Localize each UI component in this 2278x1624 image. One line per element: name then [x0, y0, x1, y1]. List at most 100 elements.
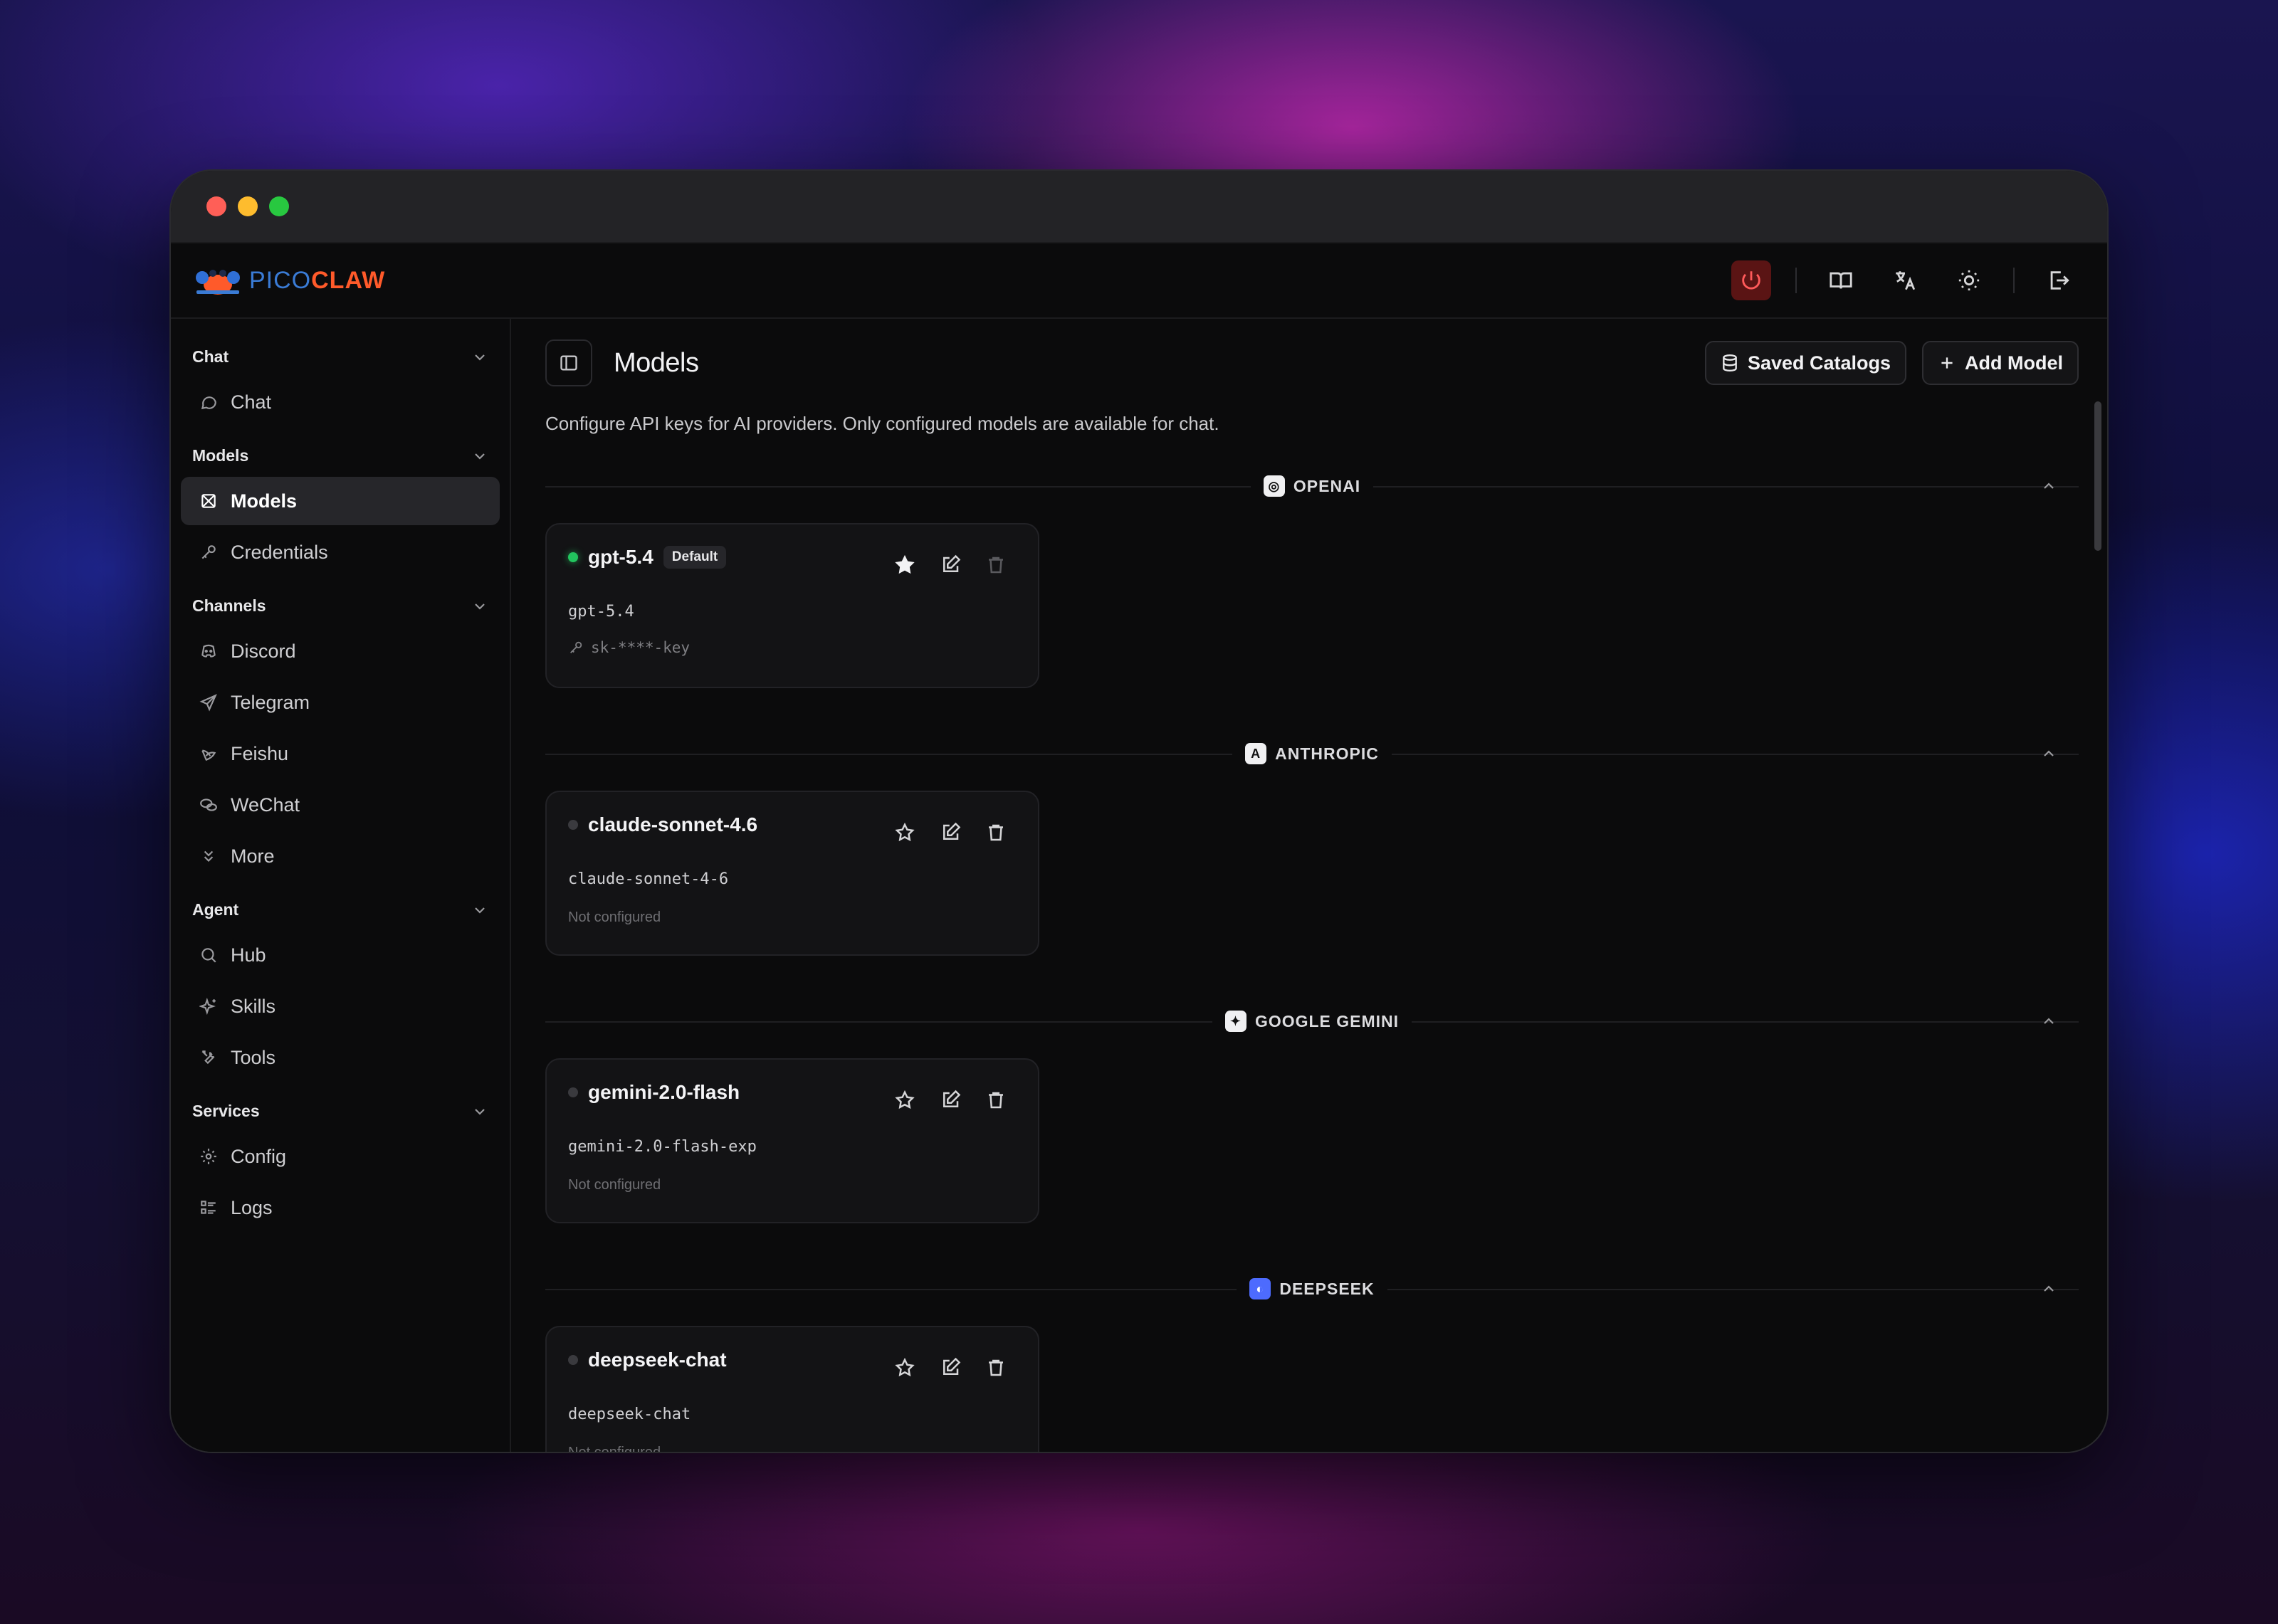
tools-icon — [201, 1050, 215, 1065]
plus-icon — [1941, 357, 1953, 369]
star-icon[interactable] — [894, 1090, 915, 1111]
model-card[interactable]: gpt-5.4 Default gpt-5.4 sk-****-key — [545, 523, 1039, 688]
sidebar-item-logs[interactable]: Logs — [181, 1183, 500, 1232]
status-dot — [568, 552, 578, 562]
sidebar-group-chat: Chat Chat — [181, 336, 500, 426]
chevron-down-icon — [475, 453, 485, 460]
language-button[interactable] — [1885, 260, 1925, 300]
model-card[interactable]: gemini-2.0-flash gemini-2.0-flash-exp No… — [545, 1058, 1039, 1223]
sidebar-group-header[interactable]: Chat — [181, 336, 500, 375]
database-icon — [1723, 354, 1737, 372]
model-name: gemini-2.0-flash — [588, 1081, 740, 1103]
sidebar-group-header[interactable]: Agent — [181, 889, 500, 928]
maximize-window-button[interactable] — [269, 196, 289, 216]
provider-header: ◐ DEEPSEEK — [545, 1267, 2079, 1310]
model-id: deepseek-chat — [568, 1406, 691, 1423]
sidebar-toggle-button[interactable] — [545, 339, 592, 386]
provider-section-openai: ◎ OPENAI gpt-5.4 Default gpt-5.4 sk-****… — [545, 465, 2079, 688]
key-icon — [570, 641, 582, 653]
models-icon — [201, 494, 216, 508]
chevron-up-icon[interactable] — [2040, 745, 2057, 762]
model-id: gemini-2.0-flash-exp — [568, 1138, 757, 1156]
default-badge: Default — [663, 546, 727, 569]
sidebar-item-discord[interactable]: Discord — [181, 627, 500, 675]
model-name: claude-sonnet-4.6 — [588, 813, 758, 835]
sun-icon — [1958, 270, 1980, 291]
provider-header: ✦ GOOGLE GEMINI — [545, 1000, 2079, 1043]
api-key: sk-****-key — [568, 639, 1017, 656]
sidebar-item-more[interactable]: More — [181, 832, 500, 880]
logo[interactable]: PICOCLAW — [191, 259, 385, 302]
sidebar-group-header[interactable]: Models — [181, 435, 500, 474]
sidebar-item-hub[interactable]: Hub — [181, 931, 500, 979]
anthropic-logo-icon: A — [1245, 743, 1267, 764]
chevron-down-icon — [475, 603, 485, 610]
sidebar-item-feishu[interactable]: Feishu — [181, 729, 500, 778]
model-card[interactable]: deepseek-chat deepseek-chat Not configur… — [545, 1326, 1039, 1452]
logout-button[interactable] — [2039, 260, 2079, 300]
add-model-button[interactable]: Add Model — [1922, 341, 2079, 385]
model-id: claude-sonnet-4-6 — [568, 870, 729, 888]
sidebar-item-telegram[interactable]: Telegram — [181, 678, 500, 727]
list-icon — [201, 1201, 216, 1214]
edit-icon[interactable] — [940, 554, 961, 576]
provider-section-deepseek: ◐ DEEPSEEK deepseek-chat deepseek-chat — [545, 1267, 2079, 1452]
config-status: Not configured — [568, 1177, 661, 1193]
edit-icon[interactable] — [940, 822, 961, 843]
gateway-power-button[interactable] — [1731, 260, 1771, 300]
edit-icon[interactable] — [940, 1357, 961, 1378]
status-dot — [568, 1087, 578, 1097]
theme-toggle-button[interactable] — [1949, 260, 1989, 300]
model-id: gpt-5.4 — [568, 603, 634, 621]
chat-bubble-icon — [201, 396, 216, 410]
main-content: Models Saved Catalogs Add Model Configur… — [511, 319, 2107, 1452]
sidebar-group-agent: Agent Hub Skills Tools — [181, 889, 500, 1082]
edit-icon[interactable] — [940, 1090, 961, 1111]
trash-icon[interactable] — [985, 822, 1007, 843]
sidebar-item-wechat[interactable]: WeChat — [181, 781, 500, 829]
sidebar-item-chat[interactable]: Chat — [181, 378, 500, 426]
status-dot — [568, 820, 578, 830]
send-icon — [199, 694, 217, 712]
star-icon[interactable] — [894, 1357, 915, 1378]
sidebar-item-credentials[interactable]: Credentials — [181, 528, 500, 576]
trash-icon[interactable] — [985, 554, 1007, 576]
sidebar-item-config[interactable]: Config — [181, 1132, 500, 1181]
crab-logo-icon — [196, 270, 240, 295]
trash-icon[interactable] — [985, 1357, 1007, 1378]
header-divider — [2013, 268, 2015, 293]
deepseek-logo-icon: ◐ — [1249, 1278, 1271, 1299]
discord-icon — [201, 644, 216, 658]
window-titlebar — [171, 171, 2107, 243]
star-filled-icon[interactable] — [894, 554, 915, 576]
sidebar-group-header[interactable]: Channels — [181, 585, 500, 624]
wechat-icon — [200, 798, 217, 811]
page-description: Configure API keys for AI providers. Onl… — [545, 413, 1219, 434]
scrollbar[interactable] — [2094, 401, 2101, 551]
search-icon — [201, 948, 216, 963]
openai-logo-icon: ◎ — [1263, 475, 1285, 497]
sidebar-item-skills[interactable]: Skills — [181, 982, 500, 1030]
panel-left-icon — [560, 355, 577, 371]
sidebar-item-models[interactable]: Models — [181, 477, 500, 525]
trash-icon[interactable] — [985, 1090, 1007, 1111]
saved-catalogs-button[interactable]: Saved Catalogs — [1704, 341, 1907, 385]
chevron-up-icon[interactable] — [2040, 1013, 2057, 1030]
model-name: deepseek-chat — [588, 1349, 727, 1371]
config-status: Not configured — [568, 909, 661, 925]
sidebar-item-tools[interactable]: Tools — [181, 1033, 500, 1082]
book-icon — [1830, 272, 1852, 289]
chevrons-down-icon — [204, 850, 214, 863]
sidebar-group-models: Models Models Credentials — [181, 435, 500, 576]
config-status: Not configured — [568, 1445, 1017, 1452]
docs-button[interactable] — [1821, 260, 1861, 300]
chevron-up-icon[interactable] — [2040, 1280, 2057, 1297]
star-icon[interactable] — [894, 822, 915, 843]
chevron-up-icon[interactable] — [2040, 478, 2057, 495]
minimize-window-button[interactable] — [238, 196, 258, 216]
close-window-button[interactable] — [206, 196, 226, 216]
model-card[interactable]: claude-sonnet-4.6 claude-sonnet-4-6 Not … — [545, 791, 1039, 956]
feishu-icon — [201, 749, 216, 761]
sidebar-group-header[interactable]: Services — [181, 1090, 500, 1129]
provider-section-gemini: ✦ GOOGLE GEMINI gemini-2.0-flash gemini-… — [545, 1000, 2079, 1223]
